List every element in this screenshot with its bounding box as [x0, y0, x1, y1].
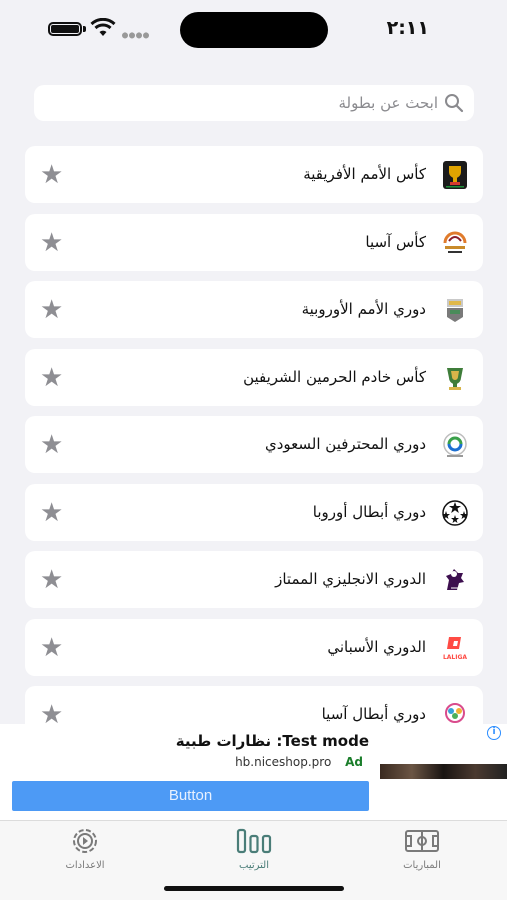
competition-name: كأس خادم الحرمين الشريفين	[243, 367, 426, 386]
pitch-icon	[405, 830, 439, 852]
asian-cup-logo-icon	[440, 228, 470, 258]
favorite-star-icon[interactable]: ★	[40, 635, 63, 661]
champions-league-logo-icon	[440, 498, 470, 528]
ad-badge: Ad	[345, 755, 363, 769]
ad-title[interactable]: Test mode: نظارات طبية	[176, 732, 369, 750]
premier-league-logo-icon	[440, 565, 470, 595]
competition-name: دوري أبطال أوروبا	[312, 502, 426, 521]
search-input[interactable]: ابحث عن بطولة	[34, 85, 474, 121]
standings-bars-icon	[236, 828, 272, 854]
list-item[interactable]: ★ الدوري الانجليزي الممتاز	[25, 551, 483, 608]
laliga-logo-text: LALIGA	[443, 654, 467, 661]
tab-settings[interactable]: الاعدادات	[35, 827, 135, 871]
tab-standings[interactable]: الترتيب	[204, 827, 304, 871]
favorite-star-icon[interactable]: ★	[40, 500, 63, 526]
list-item[interactable]: ★ كأس الأمم الأفريقية	[25, 146, 483, 203]
nations-league-logo-icon	[440, 295, 470, 325]
saudi-pro-league-logo-icon	[440, 430, 470, 460]
tab-label: المباريات	[403, 860, 441, 871]
search-icon	[445, 94, 464, 113]
dynamic-island	[180, 12, 328, 48]
kings-cup-logo-icon	[440, 363, 470, 393]
ad-image[interactable]	[380, 764, 507, 779]
list-item[interactable]: ★ دوري المحترفين السعودي	[25, 416, 483, 473]
ad-cta-button[interactable]: Button	[12, 781, 369, 811]
tab-label: الترتيب	[239, 860, 269, 871]
favorite-star-icon[interactable]: ★	[40, 230, 63, 256]
cellular-signal-icon: ●●●●	[122, 30, 151, 41]
list-item[interactable]: ★ الدوري الأسباني LALIGA	[25, 618, 483, 676]
wifi-icon	[90, 18, 116, 36]
laliga-logo-icon: LALIGA	[440, 633, 470, 663]
favorite-star-icon[interactable]: ★	[40, 432, 63, 458]
ad-url-row: hb.niceshop.pro Ad	[235, 755, 363, 769]
status-time: ٢:١١	[386, 17, 429, 39]
tab-label: الاعدادات	[65, 860, 105, 871]
competition-name: الدوري الأسباني	[327, 637, 426, 656]
competition-name: الدوري الانجليزي الممتاز	[275, 570, 426, 588]
status-bar: ●●●● ٢:١١	[0, 0, 507, 60]
afcon-logo-icon	[440, 160, 470, 190]
favorite-star-icon[interactable]: ★	[40, 567, 63, 593]
list-item[interactable]: ★ كأس خادم الحرمين الشريفين	[25, 348, 483, 406]
list-item[interactable]: ★ دوري أبطال أوروبا	[25, 483, 483, 541]
ad-url: hb.niceshop.pro	[235, 755, 332, 769]
competition-name: دوري المحترفين السعودي	[265, 435, 426, 453]
battery-icon	[48, 22, 82, 36]
battery-tip	[83, 26, 86, 32]
competition-name: كأس آسيا	[365, 232, 426, 251]
favorite-star-icon[interactable]: ★	[40, 365, 63, 391]
search-placeholder: ابحث عن بطولة	[338, 94, 439, 112]
home-indicator[interactable]	[164, 886, 344, 891]
competition-name: كأس الأمم الأفريقية	[303, 165, 426, 183]
list-item[interactable]: ★ دوري الأمم الأوروبية	[25, 281, 483, 338]
list-item[interactable]: ★ كأس آسيا	[25, 213, 483, 271]
competition-name: دوري الأمم الأوروبية	[301, 300, 426, 318]
ad-banner[interactable]: i Test mode: نظارات طبية hb.niceshop.pro…	[0, 724, 507, 820]
tab-matches[interactable]: المباريات	[372, 827, 472, 871]
ad-info-icon[interactable]: i	[487, 726, 501, 740]
competitions-list: ★ كأس الأمم الأفريقية ★ كأس آسيا ★ دوري …	[25, 146, 483, 754]
favorite-star-icon[interactable]: ★	[40, 297, 63, 323]
settings-gear-icon	[73, 829, 97, 853]
favorite-star-icon[interactable]: ★	[40, 162, 63, 188]
